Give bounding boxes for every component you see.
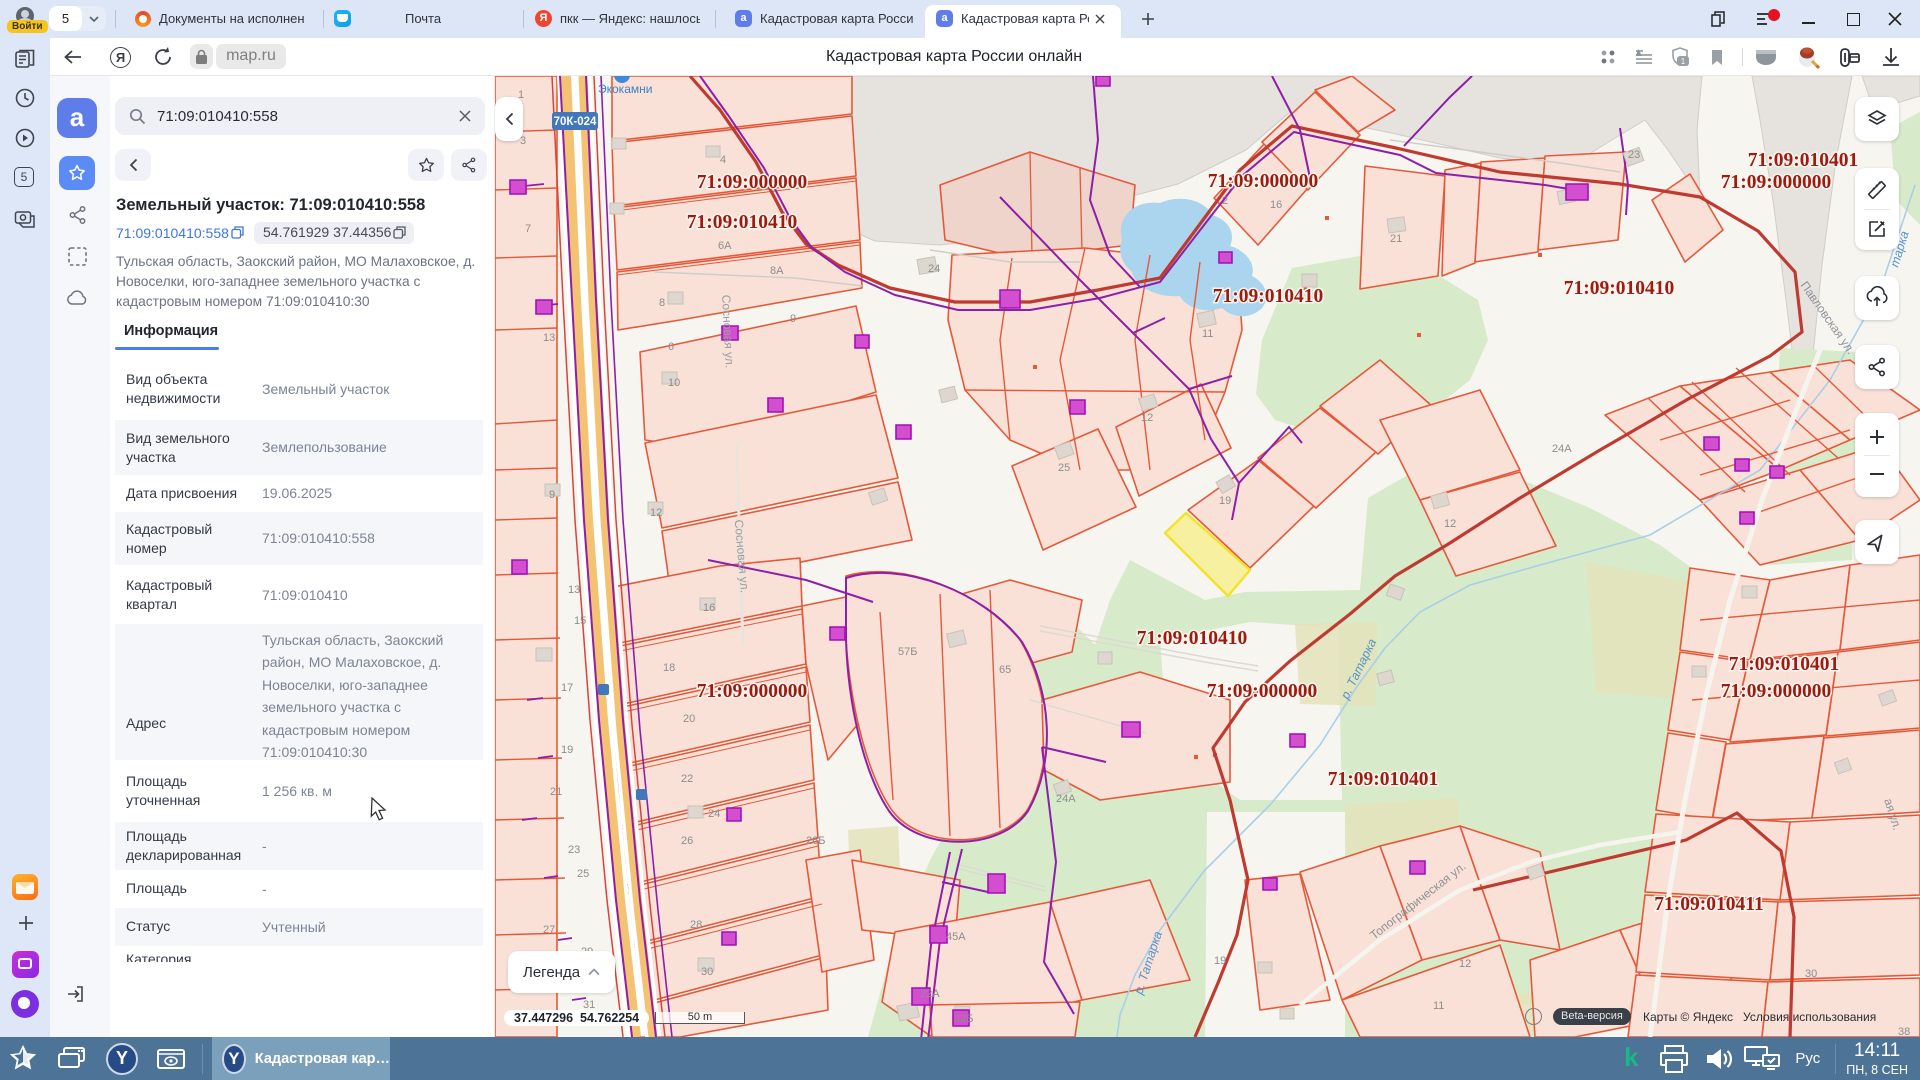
svg-text:21: 21 [550,786,562,798]
svg-text:4: 4 [720,154,726,166]
svg-text:9: 9 [790,313,796,325]
svg-text:20: 20 [683,713,695,725]
svg-text:19: 19 [1219,495,1231,507]
svg-text:71:09:010410: 71:09:010410 [1213,286,1324,307]
svg-text:25: 25 [577,868,589,880]
svg-text:71:09:000000: 71:09:000000 [1721,681,1832,702]
svg-text:25: 25 [1058,462,1070,474]
svg-text:12: 12 [1141,412,1153,424]
svg-text:15: 15 [574,615,586,627]
svg-text:11: 11 [1433,1000,1444,1012]
svg-text:16: 16 [1270,199,1282,211]
svg-text:24А: 24А [1056,793,1076,805]
svg-text:71:09:010410: 71:09:010410 [1137,628,1248,649]
svg-text:24: 24 [708,808,720,820]
svg-text:12: 12 [1459,958,1471,970]
svg-text:71:09:000000: 71:09:000000 [697,172,808,193]
svg-text:71:09:010410: 71:09:010410 [687,212,798,233]
svg-text:71:09:010411: 71:09:010411 [1654,894,1763,915]
svg-text:19: 19 [1214,955,1226,967]
svg-text:10: 10 [668,377,680,389]
svg-text:Экокамни: Экокамни [598,82,652,96]
svg-text:9: 9 [549,489,555,501]
svg-text:22А: 22А [920,988,940,1000]
svg-text:26Б: 26Б [806,835,825,847]
svg-text:27: 27 [543,924,555,936]
svg-text:17: 17 [561,682,573,694]
svg-text:45А: 45А [946,931,966,943]
svg-text:24А: 24А [1552,443,1572,455]
svg-text:32Б: 32Б [954,1013,973,1025]
svg-text:8А: 8А [770,265,784,277]
svg-text:23: 23 [568,844,580,856]
svg-text:28: 28 [690,919,702,931]
svg-text:13: 13 [568,584,580,596]
svg-text:71:09:010410: 71:09:010410 [1564,278,1675,299]
svg-text:30: 30 [1805,968,1817,980]
svg-text:19: 19 [561,744,573,756]
svg-text:71:09:010401: 71:09:010401 [1748,150,1859,171]
svg-text:57Б: 57Б [898,646,917,658]
svg-text:30: 30 [701,966,713,978]
svg-text:71:09:000000: 71:09:000000 [1207,681,1318,702]
svg-text:6А: 6А [718,240,732,252]
svg-text:38: 38 [1898,1026,1910,1037]
svg-text:12: 12 [650,507,662,519]
svg-text:65: 65 [999,664,1011,676]
svg-text:7: 7 [525,223,531,235]
svg-text:21: 21 [1390,233,1402,245]
svg-text:8: 8 [659,297,665,309]
svg-text:71:09:000000: 71:09:000000 [1208,171,1319,192]
svg-text:6: 6 [668,341,674,353]
svg-text:26: 26 [681,835,693,847]
svg-text:22: 22 [681,773,693,785]
svg-text:16: 16 [703,602,715,614]
svg-text:11: 11 [1202,328,1213,340]
svg-text:13: 13 [543,332,555,344]
svg-text:2: 2 [1222,195,1228,207]
svg-text:71:09:010401: 71:09:010401 [1729,654,1840,675]
svg-text:70К-024: 70К-024 [554,116,597,128]
svg-text:12: 12 [1444,518,1456,530]
svg-text:71:09:000000: 71:09:000000 [1721,172,1832,193]
svg-text:1: 1 [1681,57,1686,66]
svg-text:23: 23 [1628,149,1640,161]
svg-text:71:09:010401: 71:09:010401 [1328,769,1439,790]
svg-text:24: 24 [928,263,940,275]
svg-text:18: 18 [663,662,675,674]
svg-text:71:09:000000: 71:09:000000 [697,681,808,702]
